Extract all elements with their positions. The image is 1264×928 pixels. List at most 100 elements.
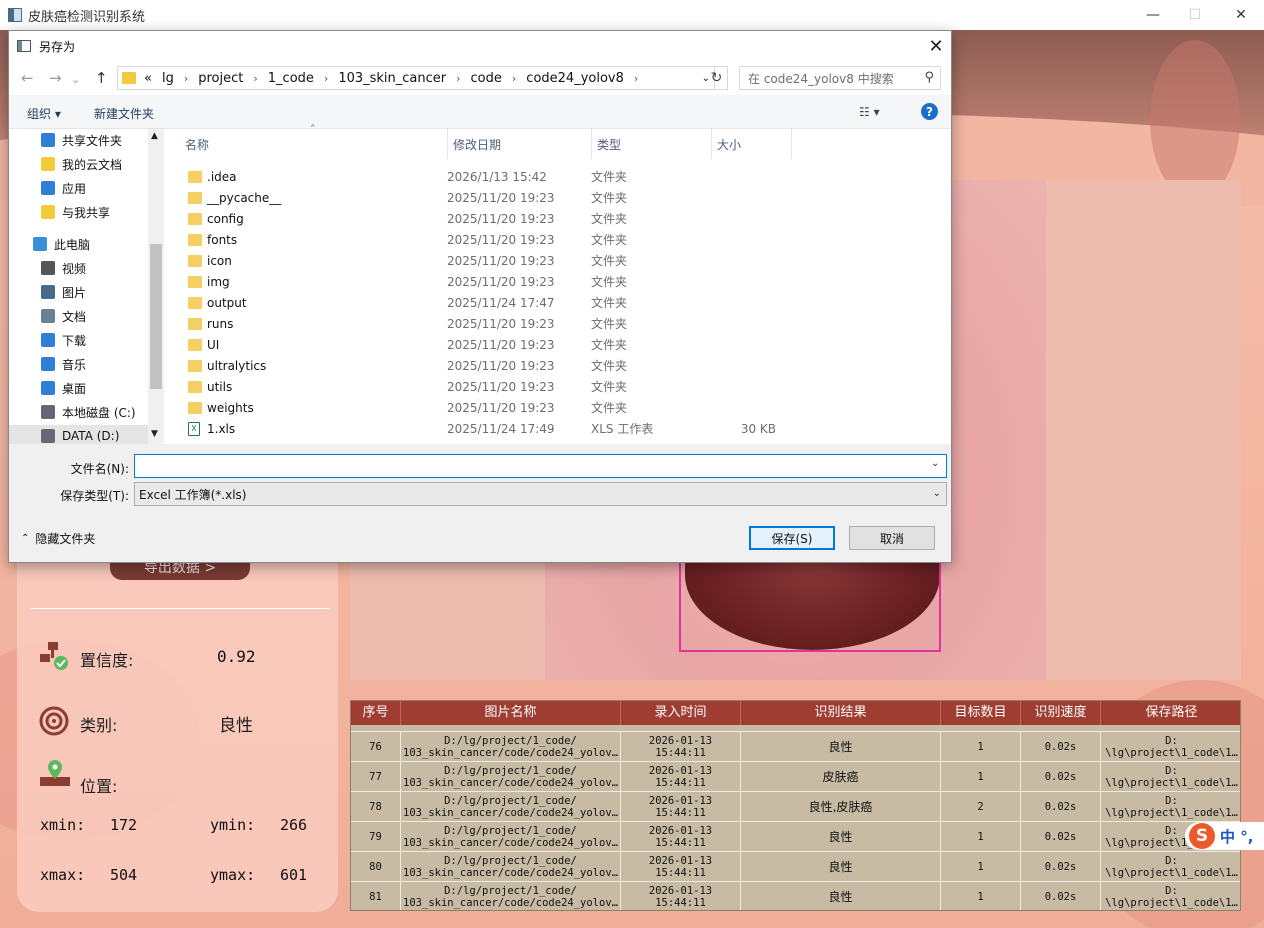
column-header[interactable]: 序号 [351, 701, 401, 725]
up-button[interactable]: ↑ [95, 69, 108, 87]
file-name: runs [207, 316, 234, 331]
results-table[interactable]: 序号 图片名称 录入时间 识别结果 目标数目 识别速度 保存路径 76 D:/lg… [350, 700, 1241, 911]
breadcrumb-item[interactable]: code [471, 71, 502, 86]
column-type[interactable]: 类型 [592, 129, 712, 159]
refresh-button[interactable]: ↻ [706, 66, 728, 90]
folder-icon [188, 380, 202, 393]
file-row[interactable]: __pycache__ 2025/11/20 19:23 文件夹 [164, 187, 951, 208]
file-row[interactable]: .idea 2026/1/13 15:42 文件夹 [164, 166, 951, 187]
sidebar-item[interactable]: 此电脑 [33, 233, 90, 255]
column-header[interactable]: 录入时间 [621, 701, 741, 725]
sidebar-item[interactable]: 共享文件夹 [41, 129, 122, 151]
breadcrumb-item[interactable]: project [198, 71, 243, 86]
column-header[interactable]: 识别速度 [1021, 701, 1101, 725]
sidebar-item[interactable]: 我的云文档 [41, 153, 122, 175]
view-options-button[interactable]: ☷ ▾ [859, 105, 880, 119]
file-date: 2025/11/20 19:23 [447, 211, 555, 226]
breadcrumb-separator[interactable]: › [253, 72, 257, 85]
help-icon[interactable]: ? [921, 103, 938, 120]
cell-time: 2026-01-13 15:44:11 [621, 882, 741, 910]
file-name: weights [207, 400, 254, 415]
sidebar-item[interactable]: 本地磁盘 (C:) [41, 401, 136, 423]
maximize-button[interactable]: ☐ [1172, 0, 1218, 30]
column-date[interactable]: 修改日期 [448, 129, 592, 159]
search-icon[interactable]: ⚲ [924, 70, 934, 85]
file-row[interactable]: runs 2025/11/20 19:23 文件夹 [164, 313, 951, 334]
sidebar-item[interactable]: 应用 [41, 177, 86, 199]
column-size[interactable]: 大小 [712, 129, 792, 159]
file-type: 文件夹 [591, 191, 628, 205]
column-header[interactable]: 目标数目 [941, 701, 1021, 725]
folder-icon [188, 296, 202, 309]
new-folder-button[interactable]: 新建文件夹 [94, 105, 154, 122]
chevron-down-icon[interactable]: ⌄ [931, 458, 939, 469]
address-bar[interactable]: « lg › project › 1_code › 103_skin_cance… [117, 66, 715, 90]
ime-indicator[interactable]: S 中 °, [1185, 822, 1264, 850]
forward-button[interactable]: → [49, 69, 62, 87]
sidebar-item[interactable]: DATA (D:) [9, 425, 148, 444]
file-row[interactable]: output 2025/11/24 17:47 文件夹 [164, 292, 951, 313]
breadcrumb-separator[interactable]: › [512, 72, 516, 85]
column-header[interactable]: 识别结果 [741, 701, 941, 725]
hide-folders-toggle[interactable]: ⌃ 隐藏文件夹 [21, 530, 95, 547]
back-button[interactable]: ← [21, 69, 34, 87]
table-row[interactable]: 81 D:/lg/project/1_code/103_skin_cancer/c… [351, 881, 1240, 910]
file-row[interactable]: weights 2025/11/20 19:23 文件夹 [164, 397, 951, 418]
breadcrumb-separator[interactable]: › [324, 72, 328, 85]
column-header[interactable]: 图片名称 [401, 701, 621, 725]
breadcrumb-separator[interactable]: › [456, 72, 460, 85]
file-row[interactable]: fonts 2025/11/20 19:23 文件夹 [164, 229, 951, 250]
column-name[interactable]: 名称 [180, 129, 448, 159]
cancel-button[interactable]: 取消 [849, 526, 935, 550]
breadcrumb-overflow[interactable]: « [144, 71, 152, 86]
close-button[interactable]: ✕ [1218, 0, 1264, 30]
file-row[interactable]: X 1.xls 2025/11/24 17:49 XLS 工作表 30 KB [164, 418, 951, 439]
scroll-up-icon[interactable]: ▲ [151, 131, 158, 141]
recent-locations-button[interactable]: ⌄ [71, 73, 80, 86]
file-row[interactable]: utils 2025/11/20 19:23 文件夹 [164, 376, 951, 397]
breadcrumb-item[interactable]: lg [162, 71, 174, 86]
dialog-titlebar[interactable]: 另存为 ✕ [9, 31, 951, 61]
sidebar-item[interactable]: 图片 [41, 281, 86, 303]
file-name: icon [207, 253, 232, 268]
table-row[interactable]: 80 D:/lg/project/1_code/103_skin_cancer/c… [351, 851, 1240, 881]
folder-icon [188, 317, 202, 330]
filetype-label: 保存类型(T): [60, 489, 129, 503]
minimize-button[interactable]: — [1130, 0, 1176, 30]
folder-icon [188, 338, 202, 351]
decor-blob [1150, 40, 1240, 200]
table-row[interactable]: 78 D:/lg/project/1_code/103_skin_cancer/c… [351, 791, 1240, 821]
sidebar-item[interactable]: 与我共享 [41, 201, 110, 223]
organize-menu[interactable]: 组织 ▾ [27, 105, 61, 122]
filetype-select[interactable]: Excel 工作簿(*.xls) ⌄ [134, 482, 947, 506]
table-row[interactable]: 79 D:/lg/project/1_code/103_skin_cancer/c… [351, 821, 1240, 851]
table-row[interactable]: 77 D:/lg/project/1_code/103_skin_cancer/c… [351, 761, 1240, 791]
breadcrumb-item[interactable]: 103_skin_cancer [338, 71, 446, 86]
breadcrumb-item[interactable]: 1_code [268, 71, 314, 86]
sidebar-item[interactable]: 桌面 [41, 377, 86, 399]
scroll-down-icon[interactable]: ▼ [151, 429, 158, 439]
sidebar-item[interactable]: 视频 [41, 257, 86, 279]
breadcrumb-separator[interactable]: › [634, 72, 638, 85]
search-input[interactable]: 在 code24_yolov8 中搜索 ⚲ [739, 66, 941, 90]
file-row[interactable]: img 2025/11/20 19:23 文件夹 [164, 271, 951, 292]
dialog-close-button[interactable]: ✕ [921, 31, 951, 61]
file-row[interactable]: ultralytics 2025/11/20 19:23 文件夹 [164, 355, 951, 376]
cell-id: 79 [351, 822, 401, 851]
file-row[interactable]: UI 2025/11/20 19:23 文件夹 [164, 334, 951, 355]
nav-scrollbar-thumb[interactable] [150, 244, 162, 389]
nav-scrollbar[interactable]: ▲ ▼ [148, 129, 164, 444]
breadcrumb-separator[interactable]: › [184, 72, 188, 85]
file-row[interactable]: icon 2025/11/20 19:23 文件夹 [164, 250, 951, 271]
sidebar-item[interactable]: 音乐 [41, 353, 86, 375]
export-data-button[interactable]: 导出数据 > [110, 560, 250, 580]
file-row[interactable]: config 2025/11/20 19:23 文件夹 [164, 208, 951, 229]
filename-field[interactable] [134, 454, 947, 478]
table-row[interactable]: 76 D:/lg/project/1_code/103_skin_cancer/c… [351, 731, 1240, 761]
save-button[interactable]: 保存(S) [749, 526, 835, 550]
breadcrumb-item[interactable]: code24_yolov8 [526, 71, 624, 86]
column-header[interactable]: 保存路径 [1101, 701, 1240, 725]
sidebar-item[interactable]: 文档 [41, 305, 86, 327]
cell-result: 良性 [741, 732, 941, 761]
sidebar-item[interactable]: 下载 [41, 329, 86, 351]
